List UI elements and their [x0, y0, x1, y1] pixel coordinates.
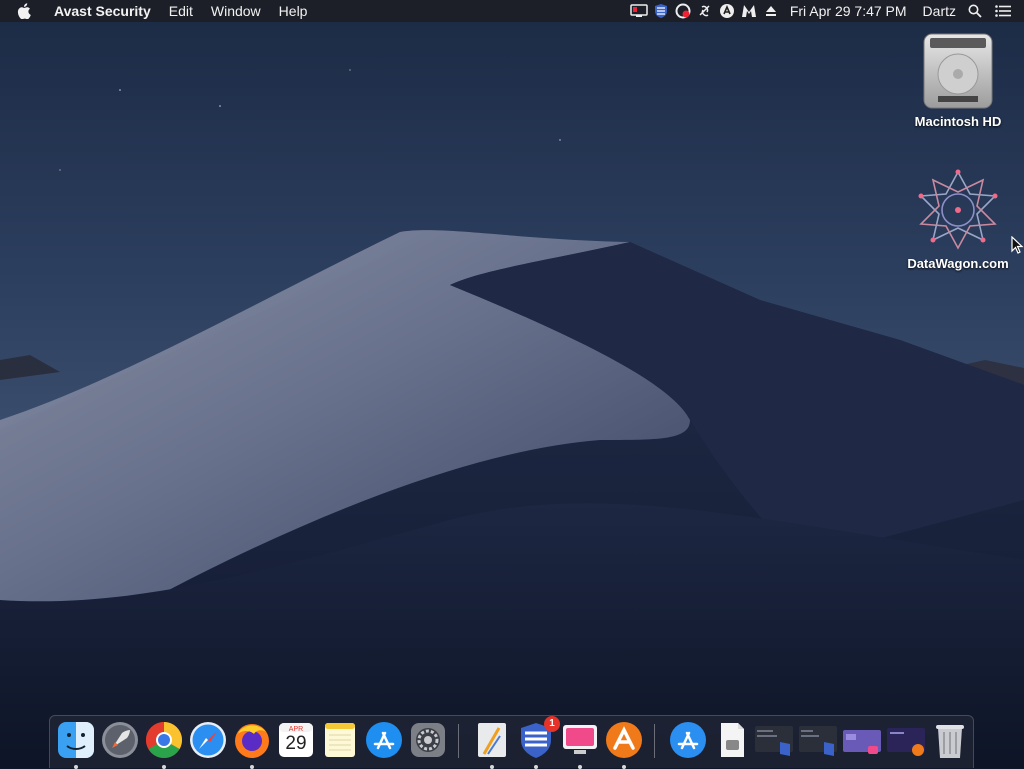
dock-window-thumbnail-3[interactable]	[842, 720, 882, 760]
search-icon[interactable]	[964, 0, 986, 22]
running-indicator	[622, 765, 626, 769]
menu-edit[interactable]: Edit	[160, 0, 202, 22]
display-icon[interactable]	[628, 0, 650, 22]
menu-window[interactable]: Window	[202, 0, 270, 22]
dock-system-preferences[interactable]	[408, 720, 448, 760]
dock-chrome[interactable]	[144, 720, 184, 769]
stop-icon[interactable]	[716, 0, 738, 22]
dock-document[interactable]	[712, 720, 752, 760]
dock-separator	[458, 724, 459, 758]
dock-window-thumbnail-1[interactable]	[754, 720, 794, 760]
dock-cleanmymac[interactable]	[560, 720, 600, 769]
app-store-icon	[366, 722, 402, 758]
apple-menu-icon[interactable]	[0, 0, 48, 22]
running-indicator	[250, 765, 254, 769]
desktop-wallpaper	[0, 0, 1024, 768]
dock-window-thumbnail-4[interactable]	[886, 720, 926, 760]
monitor-icon	[563, 725, 597, 754]
dock-safari[interactable]	[188, 720, 228, 760]
dock-avast[interactable]	[604, 720, 644, 769]
app-store-icon	[670, 722, 706, 758]
notes-icon	[325, 723, 355, 757]
dock-calendar[interactable]: APR 29	[276, 720, 316, 760]
dock: APR 29 1	[49, 715, 974, 769]
menu-bar: Avast Security Edit Window Help Fri Apr …	[0, 0, 1024, 22]
rocket-icon	[102, 722, 138, 758]
shield-icon[interactable]	[650, 0, 672, 22]
drawing-icon	[478, 723, 506, 757]
avast-icon	[606, 722, 642, 758]
calendar-month: APR	[288, 726, 304, 733]
running-indicator	[490, 765, 494, 769]
dock-finder[interactable]	[56, 720, 96, 769]
desktop-icon-label: DataWagon.com	[907, 256, 1009, 271]
desktop-icon-label: Macintosh HD	[914, 114, 1002, 129]
link-icon[interactable]	[694, 0, 716, 22]
dock-separator	[654, 724, 655, 758]
hard-drive-icon	[923, 33, 993, 109]
running-indicator	[74, 765, 78, 769]
dock-launchpad[interactable]	[100, 720, 140, 760]
eject-icon[interactable]	[760, 0, 782, 22]
network-star-icon	[918, 169, 998, 250]
running-indicator	[578, 765, 582, 769]
trash-icon	[936, 725, 964, 758]
menu-user[interactable]: Dartz	[915, 0, 964, 22]
finder-icon	[58, 722, 94, 758]
window-thumbnail-icon	[799, 726, 837, 756]
menu-app-name[interactable]: Avast Security	[48, 0, 160, 22]
window-thumbnail-icon	[887, 728, 925, 756]
document-icon	[721, 723, 744, 757]
dock-trash[interactable]	[930, 720, 970, 760]
compass-icon	[190, 722, 226, 758]
desktop-icon-macintosh-hd[interactable]: Macintosh HD	[903, 32, 1013, 129]
calendar-day: 29	[285, 733, 307, 754]
avast-icon[interactable]	[672, 0, 694, 22]
dock-downloads-app-store[interactable]	[668, 720, 708, 760]
firefox-icon	[235, 724, 269, 758]
dock-notes[interactable]	[320, 720, 360, 760]
desktop-icon-datawagon[interactable]: DataWagon.com	[903, 168, 1013, 271]
mouse-cursor-icon	[1011, 236, 1024, 254]
dock-secure-app[interactable]: 1	[516, 716, 560, 769]
window-thumbnail-icon	[755, 726, 793, 756]
dock-firefox[interactable]	[232, 720, 272, 769]
running-indicator	[534, 765, 538, 769]
dock-window-thumbnail-2[interactable]	[798, 720, 838, 760]
window-thumbnail-icon	[843, 730, 881, 754]
menu-clock[interactable]: Fri Apr 29 7:47 PM	[782, 0, 915, 22]
dock-app-store[interactable]	[364, 720, 404, 760]
gear-icon	[411, 723, 445, 757]
chrome-icon	[145, 722, 183, 759]
running-indicator	[162, 765, 166, 769]
malwarebytes-icon[interactable]	[738, 0, 760, 22]
notification-list-icon[interactable]	[992, 0, 1014, 22]
menu-help[interactable]: Help	[270, 0, 317, 22]
notification-badge: 1	[544, 716, 560, 732]
dock-instruments[interactable]	[472, 720, 512, 769]
